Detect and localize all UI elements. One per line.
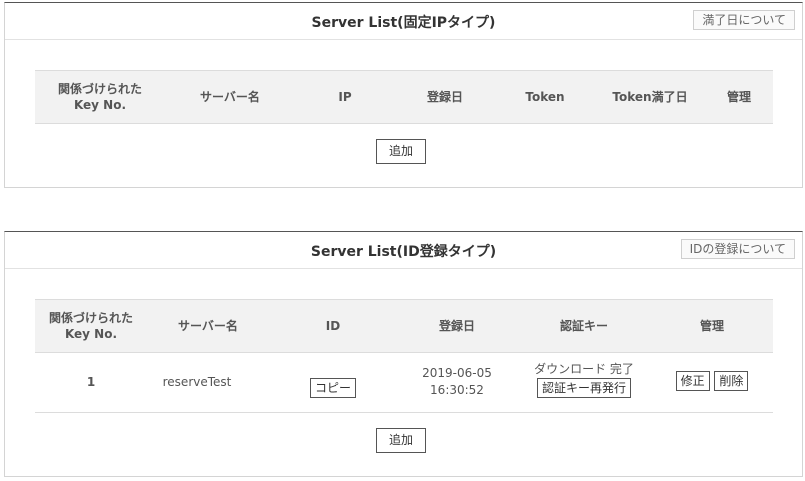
table-row: 1 reserveTest コピー 2019-06-05 16:30:52 ダウ… [35, 353, 773, 413]
cell-reg-date: 2019-06-05 16:30:52 [397, 365, 517, 399]
id-registration-help-button[interactable]: IDの登録について [680, 239, 795, 259]
panel-header: Server List(ID登録タイプ) IDの登録について [5, 232, 802, 269]
panel-header: Server List(固定IPタイプ) 満了日について [5, 3, 802, 40]
add-button[interactable]: 追加 [376, 139, 427, 164]
cell-server-name: reserveTest [162, 375, 232, 389]
reg-time-value: 16:30:52 [430, 383, 484, 397]
col-id: ID [325, 319, 341, 333]
col-manage: 管理 [726, 90, 751, 104]
table-header: 関係づけられたKey No. サーバー名 IP 登録日 Token Token満… [35, 70, 773, 124]
col-server-name: サーバー名 [200, 90, 260, 104]
add-button[interactable]: 追加 [376, 428, 427, 453]
col-auth-key: 認証キー [559, 319, 608, 333]
cell-id: コピー [269, 378, 397, 398]
auth-status-text: ダウンロード 完了 [534, 362, 634, 376]
col-server-name: サーバー名 [178, 319, 238, 333]
copy-button[interactable]: コピー [309, 378, 356, 398]
table-header: 関係づけられたKey No. サーバー名 ID 登録日 認証キー 管理 [35, 299, 773, 353]
cell-manage: 修正 削除 [651, 371, 773, 391]
col-manage: 管理 [699, 319, 724, 333]
col-key-no: 関係づけられたKey No. [57, 82, 142, 112]
reg-date-value: 2019-06-05 [422, 366, 492, 380]
server-list-fixed-ip-panel: Server List(固定IPタイプ) 満了日について 関係づけられたKey … [4, 2, 803, 188]
col-reg-date: 登録日 [426, 90, 463, 104]
col-token: Token [525, 90, 565, 104]
col-token-expiry: Token満了日 [612, 90, 688, 104]
cell-key-no: 1 [86, 375, 96, 389]
panel-title: Server List(固定IPタイプ) [311, 15, 496, 31]
col-reg-date: 登録日 [438, 319, 475, 333]
reissue-auth-key-button[interactable]: 認証キー再発行 [536, 378, 631, 398]
col-ip: IP [338, 90, 352, 104]
edit-button[interactable]: 修正 [675, 371, 710, 391]
col-key-no: 関係づけられたKey No. [48, 311, 133, 341]
cell-auth-key: ダウンロード 完了 認証キー再発行 [517, 361, 651, 398]
row-divider [35, 412, 773, 413]
delete-button[interactable]: 削除 [714, 371, 749, 391]
server-list-id-panel: Server List(ID登録タイプ) IDの登録について 関係づけられたKe… [4, 231, 803, 477]
expiry-help-button[interactable]: 満了日について [693, 10, 795, 30]
